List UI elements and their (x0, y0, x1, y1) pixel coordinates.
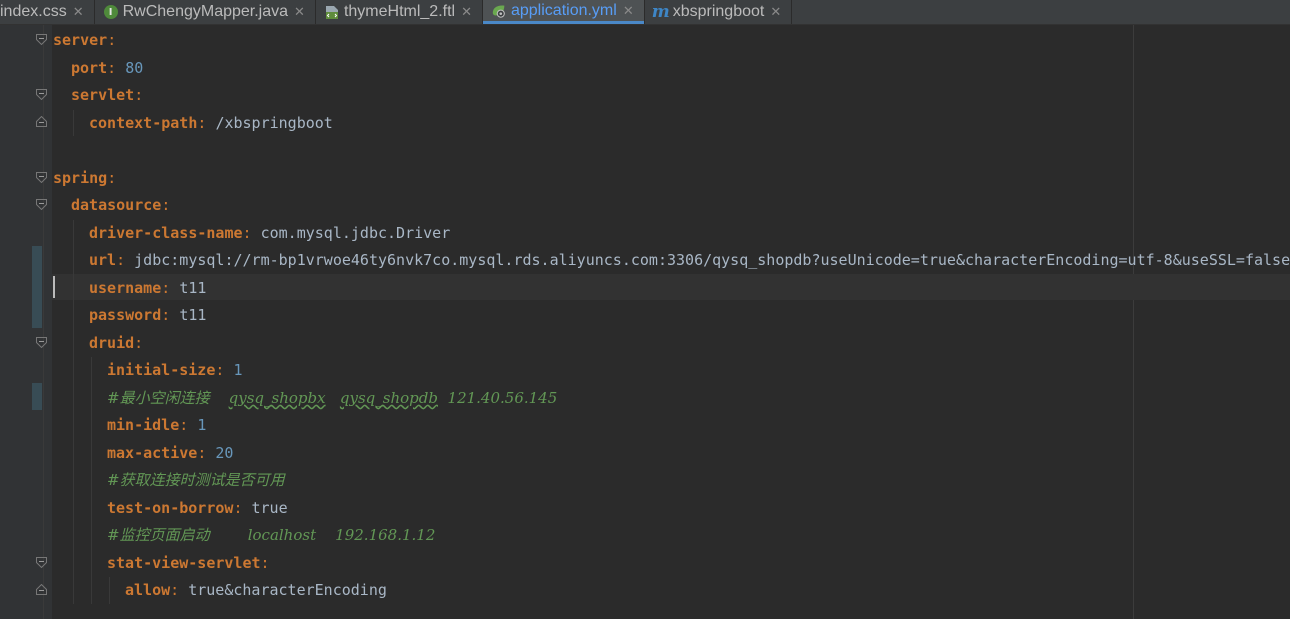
editor-gutter (0, 25, 52, 619)
tab-thymehtml-2-ftl[interactable]: thymeHtml_2.ftl ✕ (316, 0, 482, 24)
close-icon[interactable]: ✕ (623, 3, 634, 19)
yaml-key: servlet (71, 86, 135, 104)
yaml-comment: #获取连接时测试是否可用 (107, 471, 285, 489)
yaml-value: com.mysql.jdbc.Driver (260, 224, 451, 242)
code-line[interactable]: spring: (53, 165, 116, 191)
yaml-key: min-idle (107, 416, 180, 434)
tab-index-css[interactable]: index.css ✕ (0, 0, 94, 24)
indent-guide (73, 220, 74, 604)
fold-end-icon[interactable] (36, 584, 47, 595)
tab-rwchengymapper-java[interactable]: I RwChengyMapper.java ✕ (95, 0, 315, 24)
spring-yml-icon (491, 3, 507, 19)
indent-guide (91, 357, 92, 604)
code-line[interactable]: stat-view-servlet: (107, 550, 270, 576)
close-icon[interactable]: ✕ (770, 4, 781, 20)
code-line[interactable]: server: (53, 27, 116, 53)
yaml-value: 20 (215, 444, 234, 462)
fold-collapse-icon[interactable] (36, 89, 47, 100)
tab-application-yml[interactable]: application.yml ✕ (482, 0, 644, 24)
code-line[interactable]: #最小空闲连接 qysq_shopbx qysq_shopdb 121.40.5… (107, 385, 557, 411)
yaml-key: druid (89, 334, 135, 352)
editor-tab-bar: index.css ✕ I RwChengyMapper.java ✕ thym… (0, 0, 1290, 25)
java-interface-icon: I (103, 4, 119, 20)
yaml-key: password (89, 306, 162, 324)
tab-label: thymeHtml_2.ftl (343, 3, 456, 20)
code-line[interactable]: context-path: /xbspringboot (89, 110, 333, 136)
fold-collapse-icon[interactable] (36, 557, 47, 568)
yaml-value: jdbc:mysql://rm-bp1vrwoe46ty6nvk7co.mysq… (134, 251, 1290, 269)
code-line[interactable]: #获取连接时测试是否可用 (107, 467, 285, 493)
code-line[interactable]: initial-size: 1 (107, 357, 242, 383)
code-line[interactable]: port: 80 (71, 55, 143, 81)
yaml-value: 80 (125, 59, 144, 77)
yaml-value: 1 (197, 416, 207, 434)
vcs-change-marker (32, 246, 42, 328)
yaml-key: server (53, 31, 108, 49)
tab-label: index.css (0, 3, 67, 20)
code-line[interactable]: #监控页面启动 localhost 192.168.1.12 (107, 522, 435, 548)
close-icon[interactable]: ✕ (73, 4, 84, 20)
tab-label: RwChengyMapper.java (122, 3, 289, 20)
code-line[interactable]: allow: true&characterEncoding (125, 577, 387, 603)
yaml-comment: 121.40.56.145 (437, 389, 558, 407)
yaml-value: true&characterEncoding (188, 581, 387, 599)
gutter-fold-line (43, 25, 44, 619)
yaml-key: spring (53, 169, 108, 187)
tab-label: xbspringboot (672, 3, 765, 20)
indent-guide (73, 110, 74, 136)
yaml-key: stat-view-servlet (107, 554, 261, 572)
yaml-key: context-path (89, 114, 198, 132)
yaml-value: t11 (179, 279, 207, 297)
yaml-value: 1 (233, 361, 243, 379)
yaml-key: test-on-borrow (107, 499, 234, 517)
yaml-key: allow (125, 581, 171, 599)
code-line[interactable]: url: jdbc:mysql://rm-bp1vrwoe46ty6nvk7co… (89, 247, 1290, 273)
yaml-key: max-active (107, 444, 198, 462)
code-line[interactable]: max-active: 20 (107, 440, 233, 466)
close-icon[interactable]: ✕ (461, 4, 472, 20)
yaml-key: port (71, 59, 108, 77)
code-line[interactable]: password: t11 (89, 302, 206, 328)
yaml-comment-typo: qysq_shopdb (339, 389, 438, 407)
right-margin-guide (1133, 25, 1134, 619)
fold-end-icon[interactable] (36, 116, 47, 127)
current-line-highlight (52, 274, 1290, 300)
close-icon[interactable]: ✕ (294, 4, 305, 20)
yaml-comment-typo: qysq_shopbx (228, 389, 326, 407)
vcs-change-marker (32, 383, 42, 410)
yaml-comment: #监控页面启动 localhost 192.168.1.12 (107, 526, 436, 544)
yaml-key: username (89, 279, 162, 297)
code-line[interactable]: test-on-borrow: true (107, 495, 288, 521)
tab-label: application.yml (510, 1, 617, 19)
code-line[interactable]: druid: (89, 330, 143, 356)
text-caret (53, 276, 55, 298)
fold-collapse-icon[interactable] (36, 199, 47, 210)
yaml-comment: #最小空闲连接 (107, 389, 229, 407)
code-line[interactable]: servlet: (71, 82, 143, 108)
yaml-value: true (251, 499, 288, 517)
code-line[interactable]: driver-class-name: com.mysql.jdbc.Driver (89, 220, 450, 246)
yaml-key: initial-size (107, 361, 216, 379)
maven-m-icon: m (651, 2, 670, 22)
tab-xbspringboot[interactable]: m xbspringboot ✕ (645, 0, 792, 24)
code-line[interactable]: username: t11 (89, 275, 206, 301)
ftl-file-icon (324, 4, 340, 20)
fold-collapse-icon[interactable] (36, 337, 47, 348)
yaml-value: /xbspringboot (215, 114, 333, 132)
code-line[interactable]: min-idle: 1 (107, 412, 206, 438)
yaml-value: t11 (179, 306, 207, 324)
indent-guide (109, 577, 110, 604)
code-line[interactable]: datasource: (71, 192, 170, 218)
fold-collapse-icon[interactable] (36, 34, 47, 45)
fold-collapse-icon[interactable] (36, 172, 47, 183)
yaml-key: datasource (71, 196, 162, 214)
yaml-key: url (89, 251, 117, 269)
yaml-key: driver-class-name (89, 224, 243, 242)
